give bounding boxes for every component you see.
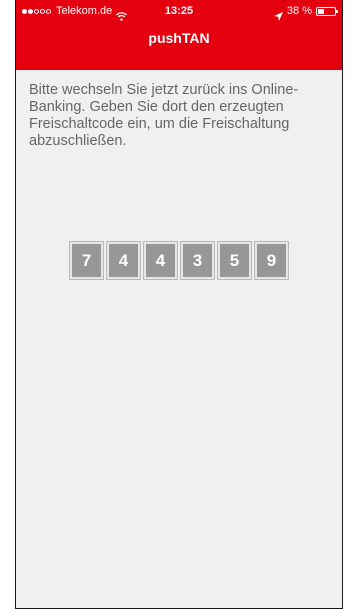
code-digit: 5 — [218, 242, 251, 279]
battery-fill — [318, 8, 324, 14]
location-icon — [273, 7, 283, 21]
code-digit: 3 — [181, 242, 214, 279]
code-digit: 9 — [255, 242, 288, 279]
code-digit: 4 — [144, 242, 177, 279]
battery-icon — [316, 6, 338, 16]
app-header: Telekom.de 13:25 38 % pushTAN — [16, 0, 342, 70]
status-right: 38 % — [273, 0, 338, 22]
screenshot-page: Telekom.de 13:25 38 % pushTAN Bitte wech… — [0, 0, 358, 611]
battery-percentage: 38 % — [286, 5, 312, 17]
code-digit: 4 — [107, 242, 140, 279]
main-content: Bitte wechseln Sie jetzt zurück ins Onli… — [16, 70, 342, 608]
battery-tip — [336, 9, 338, 13]
status-bar: Telekom.de 13:25 38 % — [16, 0, 342, 22]
activation-code: 7 4 4 3 5 9 — [16, 242, 342, 279]
instruction-text: Bitte wechseln Sie jetzt zurück ins Onli… — [29, 82, 299, 149]
phone-screen: Telekom.de 13:25 38 % pushTAN Bitte wech… — [15, 0, 343, 609]
code-digit: 7 — [70, 242, 103, 279]
page-title: pushTAN — [148, 30, 210, 46]
